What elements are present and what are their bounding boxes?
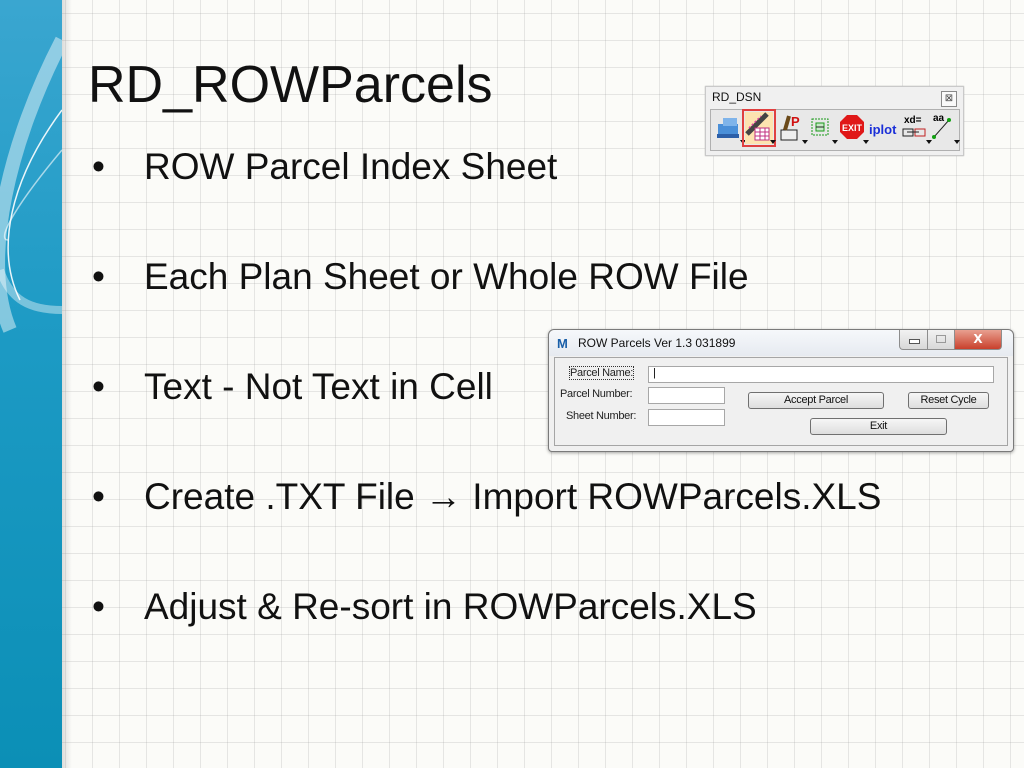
design-tool-button[interactable] [715,112,746,144]
bullet-dot-icon: • [92,586,105,627]
row-parcels-icon [745,112,770,141]
stop-sign-icon: EXIT [840,115,864,139]
slide-title: RD_ROWParcels [88,56,493,114]
parcel-name-label: Parcel Name: [568,366,635,380]
bullet-dot-icon: • [92,476,105,517]
chevron-down-icon [954,140,960,144]
dialog-body: Parcel Name: | Parcel Number: Sheet Numb… [554,357,1008,446]
row-parcels-tool-button[interactable] [742,109,776,147]
bullet-text: Text - Not Text in Cell [144,366,493,407]
close-button[interactable]: X [954,330,1002,350]
minimize-button[interactable] [899,330,928,350]
parcel-number-input[interactable] [648,387,725,404]
toolbox-title: RD_DSN [712,90,762,104]
text-line-label: aa [933,113,945,124]
swoosh-decoration [0,36,62,333]
parcel-number-label: Parcel Number: [560,388,633,400]
app-icon: M [557,336,568,351]
sheet-number-label: Sheet Number: [566,410,637,422]
row-parcels-dialog: M ROW Parcels Ver 1.3 031899 X Parcel Na… [548,329,1014,452]
xd-label: xd= [904,115,922,126]
bullet-dot-icon: • [92,366,105,407]
parcel-label-icon: P [780,114,800,141]
svg-text:P: P [791,114,800,129]
svg-text:EXIT: EXIT [842,123,863,133]
bullet-text: Adjust & Re-sort in ROWParcels.XLS [144,586,757,627]
accept-parcel-button[interactable]: Accept Parcel [748,392,884,409]
bullet-dot-icon: • [92,146,105,187]
dialog-titlebar[interactable]: M ROW Parcels Ver 1.3 031899 X [549,330,1013,356]
exit-tool-button[interactable]: EXIT [838,112,869,144]
sheet-number-input[interactable] [648,409,725,426]
dialog-title: ROW Parcels Ver 1.3 031899 [578,336,736,350]
chevron-down-icon [770,140,776,144]
iplot-label: iplot [869,122,897,137]
bullet-text: Each Plan Sheet or Whole ROW File [144,256,749,297]
fence-tool-button[interactable] [807,112,838,144]
toolbox-close-button[interactable]: ⊠ [941,91,957,107]
design-tool-icon [717,118,739,138]
parcel-label-tool-button[interactable]: P [777,112,808,144]
maximize-button[interactable] [927,330,955,350]
xd-tool-button[interactable]: xd= [901,112,932,144]
bullet-text: ROW Parcel Index Sheet [144,146,558,187]
rd-dsn-toolbox: RD_DSN ⊠ P EXIT iplot xd= aa [705,86,964,156]
bullet-text: Create .TXT File → Import ROWParcels.XLS [144,476,882,517]
bullet-dot-icon: • [92,256,105,297]
decorative-sidebar [0,0,62,768]
toolbox-tool-row: P EXIT iplot xd= aa [710,109,960,151]
exit-button[interactable]: Exit [810,418,947,435]
parcel-name-input[interactable]: | [648,366,994,383]
text-line-tool-button[interactable]: aa [929,112,960,144]
fence-icon [811,118,829,136]
reset-cycle-button[interactable]: Reset Cycle [908,392,989,409]
iplot-tool-button[interactable]: iplot [869,112,899,144]
